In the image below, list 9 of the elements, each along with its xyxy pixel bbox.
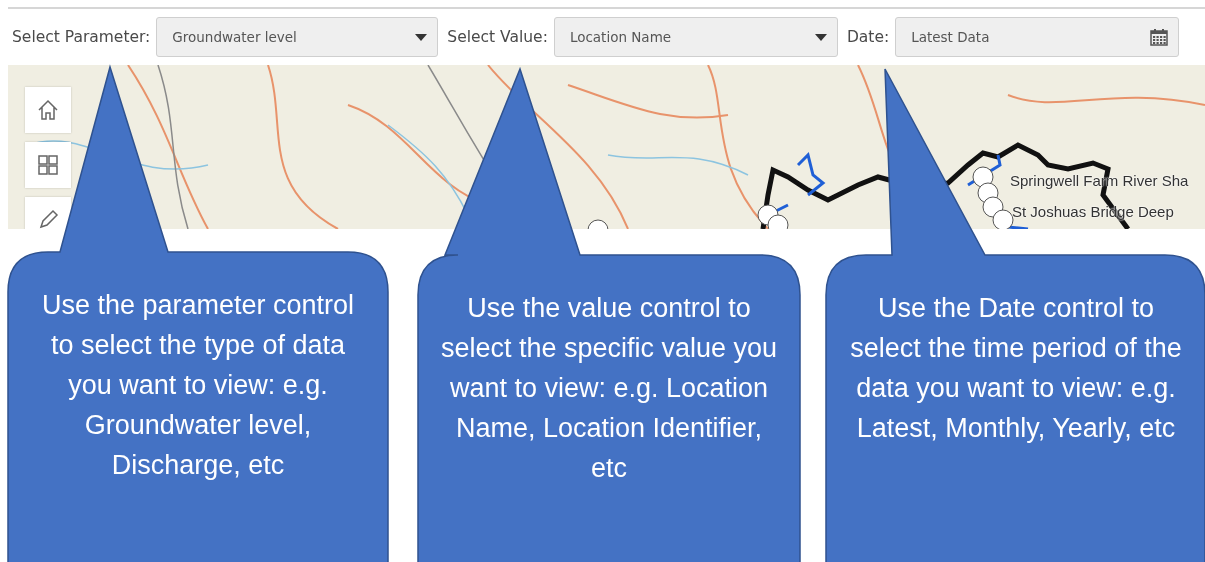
field-label: Date: [846, 28, 890, 46]
field-label: Select Value: [447, 28, 548, 46]
date-field[interactable]: Latest Data [895, 17, 1180, 57]
dropdown[interactable]: Location Name [553, 17, 838, 57]
callout-text: Use the value control to select the specific value you want to view: e.g. Location Name, Location Identifier, etc [439, 292, 779, 485]
field-label: Select Parameter: [12, 28, 151, 46]
dropdown[interactable]: Groundwater level [156, 17, 439, 57]
callout-text: Use the Date control to select the time period of the data you want to view: e.g. Latest, Monthly, Yearly, etc [849, 292, 1183, 445]
callout-text: Use the parameter control to select the type of data you want to view: e.g. Groundwater level, Discharge, etc [40, 289, 356, 482]
